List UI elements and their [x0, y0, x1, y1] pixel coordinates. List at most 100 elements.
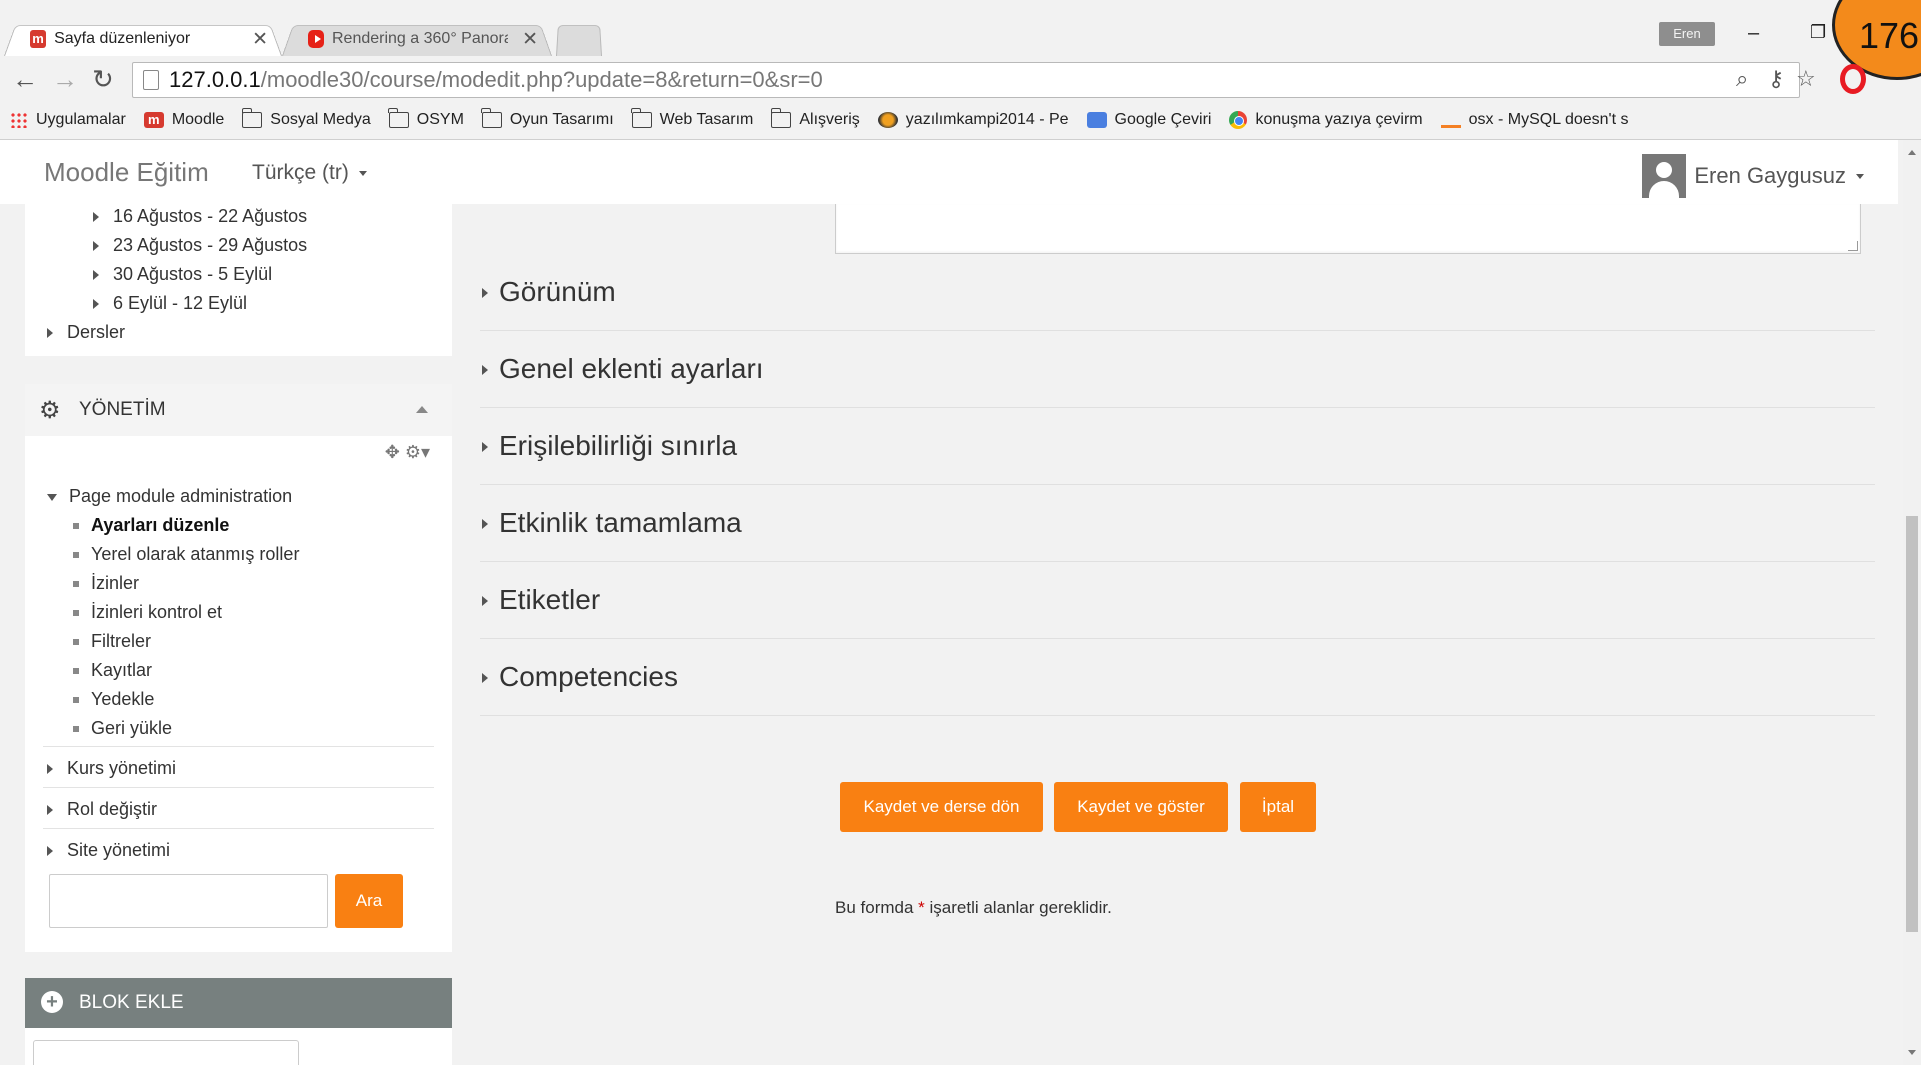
bookmark-moodle[interactable]: m Moodle	[143, 111, 224, 129]
bookmark-label: Alışveriş	[799, 111, 860, 128]
search-button[interactable]: Ara	[335, 874, 403, 928]
bookmark-google-ceviri[interactable]: Google Çeviri	[1086, 111, 1212, 129]
save-and-display-button[interactable]: Kaydet ve göster	[1054, 782, 1228, 832]
language-menu[interactable]: Türkçe (tr)	[252, 161, 367, 185]
section-genel-eklenti[interactable]: Genel eklenti ayarları	[480, 331, 1875, 408]
block-actions-icon[interactable]: ✥ ⚙▾	[385, 442, 430, 463]
expand-icon	[93, 270, 99, 281]
star-icon[interactable]: ☆	[1796, 66, 1816, 92]
admin-item-geri-yukle[interactable]: Geri yükle	[73, 718, 172, 739]
admin-item-izinleri-kontrol[interactable]: İzinleri kontrol et	[73, 602, 222, 623]
collapse-icon[interactable]	[416, 406, 428, 413]
bookmark-alisveris[interactable]: Alışveriş	[770, 108, 860, 129]
nav-week-item[interactable]: 6 Eylül - 12 Eylül	[93, 293, 247, 314]
key-icon[interactable]: ⚷	[1768, 66, 1784, 92]
tab-title: Sayfa düzenleniyor	[54, 30, 191, 47]
cancel-button[interactable]: İptal	[1240, 782, 1316, 832]
expand-icon	[47, 328, 53, 339]
tab-sayfa-duzenleniyor[interactable]: m Sayfa düzenleniyor ✕	[4, 22, 282, 56]
divider	[43, 746, 434, 747]
bookmark-osx-mysql[interactable]: osx - MySQL doesn't s	[1440, 111, 1629, 129]
bookmark-konusma[interactable]: konuşma yazıya çevirm	[1229, 111, 1423, 129]
nav-dersler[interactable]: Dersler	[47, 322, 125, 343]
folder-icon	[388, 108, 409, 128]
section-label: Competencies	[499, 661, 678, 692]
restore-icon[interactable]: ❐	[1810, 22, 1826, 43]
bookmark-oyun-tasarimi[interactable]: Oyun Tasarımı	[481, 108, 614, 129]
add-block-header: + BLOK EKLE	[25, 978, 452, 1028]
page-icon	[143, 70, 159, 90]
bookmark-label: konuşma yazıya çevirm	[1255, 111, 1423, 128]
admin-item-ayarlari-duzenle[interactable]: Ayarları düzenle	[73, 515, 229, 536]
admin-item-label: Site yönetimi	[67, 840, 171, 860]
admin-item-yedekle[interactable]: Yedekle	[73, 689, 154, 710]
admin-item-rol-degistir[interactable]: Rol değiştir	[47, 799, 157, 820]
page-module-administration[interactable]: Page module administration	[47, 486, 292, 507]
bullet-icon	[73, 726, 79, 733]
admin-item-label: Yedekle	[91, 689, 155, 709]
tab-rendering-panorama[interactable]: Rendering a 360° Panoram ✕	[282, 22, 552, 56]
section-etiketler[interactable]: Etiketler	[480, 562, 1875, 639]
section-etkinlik-tamamlama[interactable]: Etkinlik tamamlama	[480, 485, 1875, 562]
scroll-up-icon[interactable]	[1908, 150, 1916, 155]
bullet-icon	[73, 523, 79, 530]
user-menu[interactable]: Eren Gaygusuz	[1642, 154, 1864, 198]
bullet-icon	[73, 552, 79, 559]
plus-circle-icon: +	[41, 991, 63, 1013]
description-textarea[interactable]	[835, 204, 1861, 254]
bookmark-sosyal-medya[interactable]: Sosyal Medya	[241, 108, 371, 129]
admin-item-label: İzinleri kontrol et	[91, 602, 223, 622]
divider	[43, 787, 434, 788]
minimize-icon[interactable]: –	[1748, 22, 1759, 45]
zoom-icon[interactable]: ⌕	[1736, 66, 1748, 92]
admin-item-yerel-roller[interactable]: Yerel olarak atanmış roller	[73, 544, 299, 565]
admin-item-filtreler[interactable]: Filtreler	[73, 631, 151, 652]
admin-search-input[interactable]	[49, 874, 328, 928]
tab-close-icon[interactable]: ✕	[522, 28, 538, 51]
bookmark-label: Google Çeviri	[1114, 111, 1212, 128]
scroll-down-icon[interactable]	[1908, 1050, 1916, 1055]
admin-item-label: Kayıtlar	[91, 660, 153, 680]
bookmark-uygulamalar[interactable]: Uygulamalar	[10, 111, 126, 129]
resize-handle-icon[interactable]	[1848, 241, 1858, 251]
nav-week-item[interactable]: 16 Ağustos - 22 Ağustos	[93, 206, 307, 227]
tab-close-icon[interactable]: ✕	[252, 28, 268, 51]
profile-badge[interactable]: Eren	[1659, 22, 1715, 46]
chrome-icon	[1229, 111, 1248, 129]
expand-icon	[482, 519, 488, 529]
forward-icon[interactable]: →	[52, 64, 78, 95]
section-competencies[interactable]: Competencies	[480, 639, 1875, 716]
admin-item-label: Geri yükle	[91, 718, 173, 738]
opera-extension-icon[interactable]	[1840, 64, 1866, 94]
nav-item-label: 16 Ağustos - 22 Ağustos	[113, 206, 308, 226]
nav-item-label: 6 Eylül - 12 Eylül	[113, 293, 248, 313]
admin-item-kurs-yonetimi[interactable]: Kurs yönetimi	[47, 758, 176, 779]
address-bar[interactable]: 127.0.0.1/moodle30/course/modedit.php?up…	[132, 62, 1800, 98]
bookmark-label: Web Tasarım	[659, 111, 754, 128]
admin-item-label: Yerel olarak atanmış roller	[91, 544, 300, 564]
new-tab-button[interactable]	[556, 22, 602, 56]
section-label: Erişilebilirliği sınırla	[499, 430, 738, 461]
admin-item-kayitlar[interactable]: Kayıtlar	[73, 660, 152, 681]
add-block-select[interactable]	[33, 1040, 299, 1065]
back-icon[interactable]: ←	[12, 64, 38, 95]
site-brand[interactable]: Moodle Eğitim	[44, 157, 209, 188]
bookmark-web-tasarim[interactable]: Web Tasarım	[631, 108, 754, 129]
bookmark-osym[interactable]: OSYM	[388, 108, 464, 129]
reload-icon[interactable]: ↻	[92, 64, 114, 95]
save-and-return-button[interactable]: Kaydet ve derse dön	[840, 782, 1043, 832]
nav-week-item[interactable]: 23 Ağustos - 29 Ağustos	[93, 235, 307, 256]
bookmark-yazilimkampi[interactable]: yazılımkampi2014 - Pe	[877, 111, 1069, 129]
nav-item-label: 30 Ağustos - 5 Eylül	[113, 264, 273, 284]
section-gorunum[interactable]: Görünüm	[480, 254, 1875, 331]
bullet-icon	[73, 581, 79, 588]
address-host: 127.0.0.1	[169, 67, 261, 92]
expand-icon	[482, 673, 488, 683]
section-erisilebilirlik[interactable]: Erişilebilirliği sınırla	[480, 408, 1875, 485]
page-scrollbar[interactable]	[1903, 140, 1921, 1065]
scroll-thumb[interactable]	[1906, 516, 1918, 932]
admin-item-izinler[interactable]: İzinler	[73, 573, 139, 594]
nav-week-item[interactable]: 30 Ağustos - 5 Eylül	[93, 264, 272, 285]
add-block: + BLOK EKLE	[25, 978, 452, 1065]
admin-item-site-yonetimi[interactable]: Site yönetimi	[47, 840, 170, 861]
